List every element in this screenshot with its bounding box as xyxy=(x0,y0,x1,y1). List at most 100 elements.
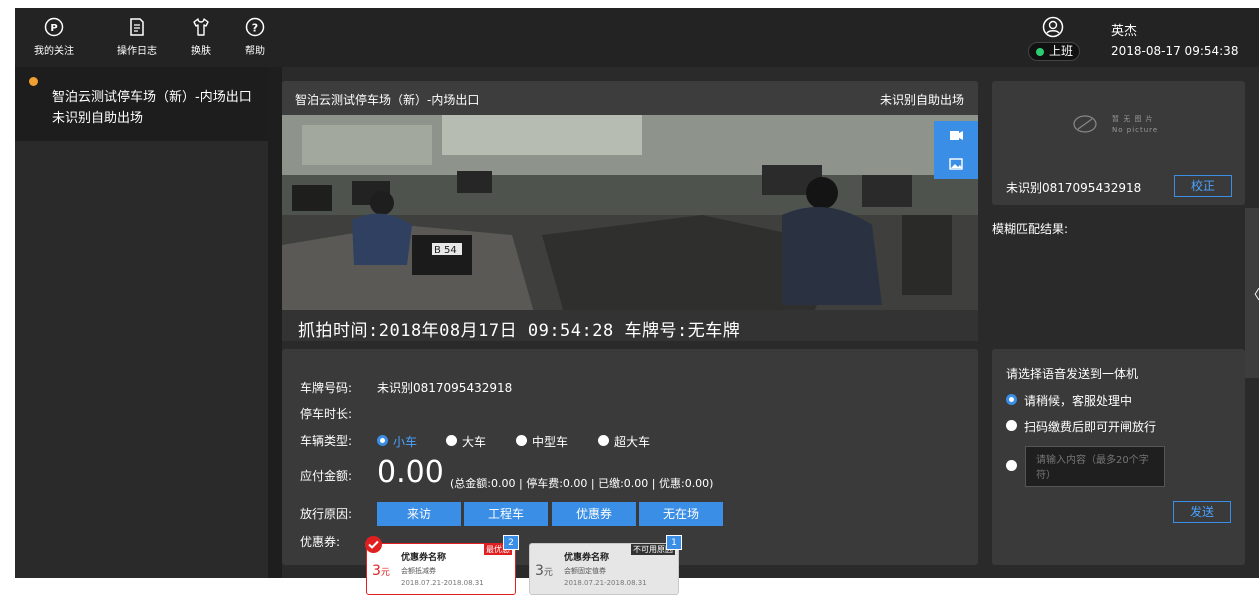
collapse-panel-handle[interactable]: 〈 xyxy=(1245,208,1259,378)
coupon-name: 优惠券名称 xyxy=(401,553,447,563)
document-icon xyxy=(130,18,144,36)
video-button[interactable] xyxy=(934,121,978,150)
vehicle-type-large[interactable]: 大车 xyxy=(446,433,486,450)
coupon-card-unavailable[interactable]: 3元 优惠券名称 会额固定值券 2018.07.21-2018.08.31 不可… xyxy=(529,535,682,595)
current-datetime: 2018-08-17 09:54:38 xyxy=(1111,44,1239,58)
sidebar-item-subtitle: 未识别自助出场 xyxy=(52,111,144,126)
send-button[interactable]: 发送 xyxy=(1173,501,1231,523)
vehicle-type-small-label: 小车 xyxy=(393,435,418,449)
sidebar: 智泊云测试停车场（新）-内场出口 未识别自助出场 xyxy=(15,67,268,578)
vehicle-type-label: 车辆类型: xyxy=(300,434,353,448)
plate-image-panel: 暂 无 图 片 No picture 未识别0817095432918 校正 xyxy=(992,81,1245,205)
camera-panel: 智泊云测试停车场（新）-内场出口 未识别自助出场 B 54 抓拍时间:2018年… xyxy=(282,81,978,341)
vehicle-type-xlarge[interactable]: 超大车 xyxy=(598,433,650,450)
online-dot-icon xyxy=(1036,48,1044,56)
parking-icon: P xyxy=(44,17,64,37)
release-coupon-button[interactable]: 优惠券 xyxy=(552,502,636,526)
coupon-amount-unit: 元 xyxy=(380,568,390,578)
coupon-type: 会额固定值券 xyxy=(564,567,606,575)
sidebar-scrollbar[interactable] xyxy=(268,67,282,578)
coupon-count-badge: 2 xyxy=(503,535,519,550)
coupon-amount: 3元 xyxy=(535,563,553,579)
toolbar-favorites-label: 我的关注 xyxy=(34,46,74,57)
release-visit-button[interactable]: 来访 xyxy=(377,502,461,526)
amount-label: 应付金额: xyxy=(300,469,353,483)
camera-header: 智泊云测试停车场（新）-内场出口 未识别自助出场 xyxy=(282,81,978,115)
coupon-label: 优惠券: xyxy=(300,535,341,549)
vehicle-type-xlarge-label: 超大车 xyxy=(614,435,651,449)
image-button[interactable] xyxy=(934,150,978,179)
toolbar-skin[interactable]: 换肤 xyxy=(176,17,226,57)
no-picture-cn: 暂 无 图 片 xyxy=(1112,115,1154,123)
app-window: P 我的关注 操作日志 换肤 ? 帮助 英杰 上班 2018-08-17 09:… xyxy=(15,8,1259,578)
status-dot-icon xyxy=(29,77,38,86)
picture-icon xyxy=(949,158,963,170)
radio-icon xyxy=(516,435,527,446)
release-reason-label: 放行原因: xyxy=(300,507,353,521)
radio-icon xyxy=(598,435,609,446)
svg-text:P: P xyxy=(50,23,57,34)
coupon-card-best[interactable]: 3元 优惠券名称 会额抵减券 2018.07.21-2018.08.31 最优惠… xyxy=(365,535,519,595)
check-icon xyxy=(365,536,382,553)
video-camera-icon xyxy=(950,131,963,140)
toolbar-oplog[interactable]: 操作日志 xyxy=(112,17,162,57)
shirt-icon xyxy=(193,18,209,36)
amount-detail: (总金额:0.00 | 停车费:0.00 | 已缴:0.00 | 优惠:0.00… xyxy=(450,477,714,490)
camera-status: 未识别自助出场 xyxy=(879,93,964,107)
recognized-plate: 未识别0817095432918 xyxy=(1006,181,1142,195)
voice-custom-input[interactable] xyxy=(1025,446,1165,487)
sidebar-item-title: 智泊云测试停车场（新）-内场出口 xyxy=(52,90,252,105)
release-absent-button[interactable]: 无在场 xyxy=(639,502,723,526)
toolbar-help[interactable]: ? 帮助 xyxy=(230,17,280,57)
radio-icon xyxy=(1006,460,1017,471)
toolbar-help-label: 帮助 xyxy=(245,46,265,57)
chevron-left-icon: 〈 xyxy=(1247,288,1259,303)
coupon-period: 2018.07.21-2018.08.31 xyxy=(401,579,484,587)
vehicle-type-large-label: 大车 xyxy=(462,435,487,449)
voice-option-wait[interactable]: 请稍候，客服处理中 xyxy=(1006,392,1132,409)
snapshot-plate-text: B 54 xyxy=(434,245,457,256)
correct-button[interactable]: 校正 xyxy=(1174,175,1232,197)
toolbar-favorites[interactable]: P 我的关注 xyxy=(29,17,79,57)
vehicle-type-medium-label: 中型车 xyxy=(532,435,569,449)
shift-status-label: 上班 xyxy=(1049,44,1074,58)
voice-panel: 请选择语音发送到一体机 请稍候，客服处理中 扫码缴费后即可开闸放行 发送 xyxy=(992,349,1245,565)
user-avatar-icon[interactable] xyxy=(1042,16,1064,38)
toolbar-skin-label: 换肤 xyxy=(191,46,211,57)
coupon-name: 优惠券名称 xyxy=(564,553,610,563)
sidebar-item-exit[interactable]: 智泊云测试停车场（新）-内场出口 未识别自助出场 xyxy=(15,67,268,141)
amount-value: 0.00 xyxy=(377,455,444,490)
user-name: 英杰 xyxy=(1111,24,1138,39)
help-icon: ? xyxy=(245,17,265,37)
plate-value: 未识别0817095432918 xyxy=(377,381,513,395)
coupon-amount: 3元 xyxy=(372,563,390,579)
svg-text:?: ? xyxy=(252,22,258,35)
release-engineering-button[interactable]: 工程车 xyxy=(464,502,548,526)
coupon-type: 会额抵减券 xyxy=(401,567,436,575)
radio-checked-icon xyxy=(1006,394,1017,405)
coupon-amount-value: 3 xyxy=(372,563,381,579)
camera-location: 智泊云测试停车场（新）-内场出口 xyxy=(295,93,480,107)
plate-label: 车牌号码: xyxy=(300,381,353,395)
vehicle-info-panel: 车牌号码: 未识别0817095432918 停车时长: 车辆类型: 小车 大车… xyxy=(282,349,978,565)
vehicle-type-small[interactable]: 小车 xyxy=(377,433,417,450)
coupon-amount-unit: 元 xyxy=(543,568,553,578)
office-scene-image: B 54 xyxy=(282,115,978,341)
camera-snapshot[interactable]: B 54 抓拍时间:2018年08月17日 09:54:28 车牌号:无车牌 xyxy=(282,115,978,341)
snapshot-caption: 抓拍时间:2018年08月17日 09:54:28 车牌号:无车牌 xyxy=(298,321,741,341)
toolbar-oplog-label: 操作日志 xyxy=(117,46,157,57)
coupon-count-badge: 1 xyxy=(666,535,682,550)
top-toolbar: P 我的关注 操作日志 换肤 ? 帮助 英杰 上班 2018-08-17 09:… xyxy=(15,8,1259,67)
voice-option-wait-label: 请稍候，客服处理中 xyxy=(1024,394,1133,408)
vehicle-type-medium[interactable]: 中型车 xyxy=(516,433,568,450)
radio-checked-icon xyxy=(377,435,388,446)
shift-status-badge[interactable]: 上班 xyxy=(1028,42,1080,61)
no-picture-en: No picture xyxy=(1112,126,1159,134)
radio-icon xyxy=(446,435,457,446)
fuzzy-match-label: 模糊匹配结果: xyxy=(992,222,1069,236)
voice-option-scan-label: 扫码缴费后即可开闸放行 xyxy=(1024,420,1157,434)
coupon-period: 2018.07.21-2018.08.31 xyxy=(564,579,647,587)
voice-option-scan[interactable]: 扫码缴费后即可开闸放行 xyxy=(1006,418,1156,435)
voice-title: 请选择语音发送到一体机 xyxy=(1006,367,1139,381)
radio-icon xyxy=(1006,420,1017,431)
